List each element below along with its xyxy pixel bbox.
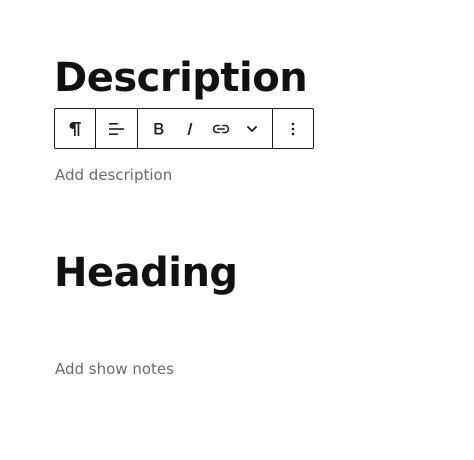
italic-button[interactable] <box>174 109 205 148</box>
alignment-group <box>96 109 138 148</box>
align-left-icon <box>108 121 126 137</box>
vertical-ellipsis-icon <box>290 121 296 137</box>
heading-block[interactable]: Heading <box>54 249 238 297</box>
link-button[interactable] <box>205 109 236 148</box>
options-group <box>273 109 313 148</box>
block-type-group <box>55 109 96 148</box>
pilcrow-icon <box>68 120 82 138</box>
chevron-down-icon <box>245 124 259 134</box>
show-notes-placeholder[interactable]: Add show notes <box>55 359 174 379</box>
description-placeholder[interactable]: Add description <box>55 165 172 185</box>
description-heading[interactable]: Description <box>54 54 308 102</box>
bold-icon <box>152 121 166 137</box>
bold-button[interactable] <box>143 109 174 148</box>
paragraph-button[interactable] <box>55 109 95 148</box>
link-icon <box>212 123 230 135</box>
italic-icon <box>184 121 196 137</box>
block-toolbar <box>54 108 314 149</box>
more-formatting-button[interactable] <box>236 109 267 148</box>
align-button[interactable] <box>96 109 137 148</box>
formatting-group <box>138 109 273 148</box>
options-button[interactable] <box>273 109 313 148</box>
